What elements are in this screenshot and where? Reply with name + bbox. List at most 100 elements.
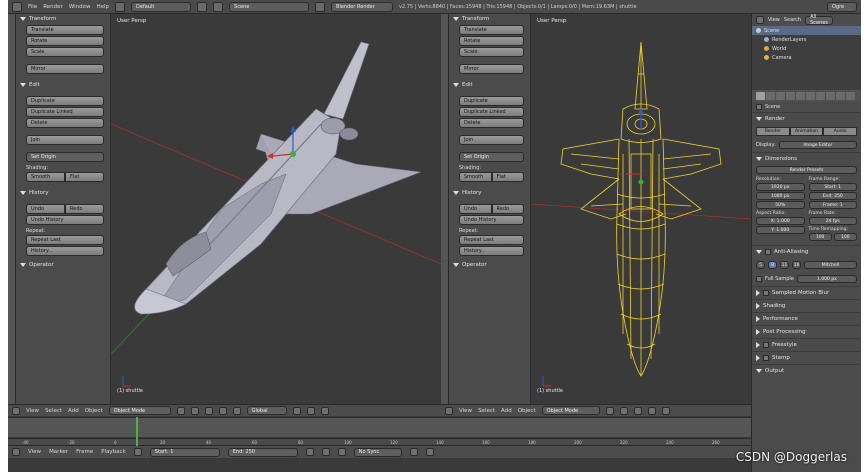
animation-button[interactable]: Animation <box>789 127 824 136</box>
preview-range-icon[interactable] <box>133 448 142 456</box>
dimensions-panel-header[interactable]: Dimensions <box>752 152 861 165</box>
duplicate-linked-button[interactable]: Duplicate Linked <box>26 107 104 117</box>
anti-aliasing-checkbox[interactable] <box>765 249 771 255</box>
motion-blur-checkbox[interactable] <box>763 290 769 296</box>
operator-panel-header[interactable]: Operator <box>16 260 110 270</box>
pivot-icon[interactable] <box>619 406 628 415</box>
timeline-area[interactable] <box>8 417 751 437</box>
outliner-row[interactable]: Scene <box>752 26 861 35</box>
editor-type-icon[interactable] <box>12 406 20 415</box>
translate-button[interactable]: Translate <box>26 25 104 35</box>
menu-render[interactable]: Render <box>43 4 63 10</box>
operator-panel-header[interactable]: Operator <box>449 260 530 270</box>
render-button[interactable]: Render <box>756 127 790 136</box>
history-panel-header[interactable]: History <box>449 188 530 198</box>
scale-button[interactable]: Scale <box>26 47 104 57</box>
mode-select[interactable]: Object Mode <box>108 406 171 415</box>
render-presets-select[interactable]: Render Presets <box>756 166 857 174</box>
edit-panel-header[interactable]: Edit <box>449 80 530 90</box>
repeat-last-button[interactable]: Repeat Last <box>459 235 524 245</box>
menu-add[interactable]: Add <box>68 408 79 414</box>
undo-history-button[interactable]: Undo History <box>26 215 104 225</box>
render-panel-header[interactable]: Render <box>752 112 861 125</box>
menu-view[interactable]: View <box>26 408 39 414</box>
undo-history-button[interactable]: Undo History <box>459 215 524 225</box>
delete-button[interactable]: Delete <box>26 118 104 128</box>
menu-view[interactable]: View <box>459 408 472 414</box>
scene-icon[interactable] <box>213 1 224 12</box>
audio-button[interactable]: Audio <box>823 127 858 136</box>
end-frame-field[interactable]: End: 250 <box>227 447 298 457</box>
mirror-button[interactable]: Mirror <box>459 64 524 74</box>
filter-size-field[interactable]: 1.000 px <box>796 275 857 283</box>
viewport-wireframe[interactable]: User Persp (1) shuttle <box>531 14 751 404</box>
render-engine-select[interactable]: Blender Render <box>331 1 394 12</box>
redo-button[interactable]: Redo <box>491 204 524 214</box>
data-tab-icon[interactable] <box>826 92 835 100</box>
transform-panel-header[interactable]: Transform <box>449 14 530 24</box>
viewport-solid[interactable]: User Persp (1) shuttle <box>111 14 441 404</box>
outliner-row[interactable]: RenderLayers <box>752 35 861 44</box>
object-tab-icon[interactable] <box>796 92 805 100</box>
editor-type-icon[interactable] <box>12 1 22 12</box>
editor-type-icon[interactable] <box>445 406 453 415</box>
full-sample-checkbox[interactable] <box>756 276 762 282</box>
resolution-x-field[interactable]: 1920 px <box>756 183 805 191</box>
output-panel-header[interactable]: Output <box>752 364 861 377</box>
search-field[interactable]: Ogre <box>827 1 857 12</box>
scale-button[interactable]: Scale <box>459 47 524 57</box>
menu-file[interactable]: File <box>28 4 37 10</box>
layers-icon[interactable] <box>292 406 301 415</box>
duplicate-button[interactable]: Duplicate <box>26 96 104 106</box>
editor-type-icon[interactable] <box>12 448 20 456</box>
display-mode-select[interactable]: All Scenes <box>805 14 834 26</box>
render-layers-tab-icon[interactable] <box>766 92 775 100</box>
duplicate-button[interactable]: Duplicate <box>459 96 524 106</box>
translate-button[interactable]: Translate <box>459 25 524 35</box>
shading-mode-icon[interactable] <box>605 406 614 415</box>
aa-sample-8[interactable]: 8 <box>768 261 777 269</box>
smooth-button[interactable]: Smooth <box>26 172 65 182</box>
rotate-button[interactable]: Rotate <box>459 36 524 46</box>
freestyle-checkbox[interactable] <box>763 342 769 348</box>
join-button[interactable]: Join <box>26 135 104 145</box>
manipulator-icon[interactable] <box>633 406 642 415</box>
texture-tab-icon[interactable] <box>846 92 855 100</box>
outliner-row[interactable]: World <box>752 44 861 53</box>
stamp-panel-header[interactable]: Stamp <box>752 351 861 364</box>
anti-aliasing-panel-header[interactable]: Anti-Aliasing <box>752 245 861 258</box>
undo-button[interactable]: Undo <box>26 204 65 214</box>
orientation-select[interactable]: Global <box>246 406 287 415</box>
left-tool-tabs[interactable] <box>8 14 16 404</box>
join-button[interactable]: Join <box>459 135 524 145</box>
menu-select[interactable]: Select <box>478 408 495 414</box>
set-origin-select[interactable]: Set Origin <box>459 152 524 162</box>
start-frame-field[interactable]: Start: 1 <box>149 447 220 457</box>
constraints-tab-icon[interactable] <box>806 92 815 100</box>
remap-new-field[interactable]: 100 <box>833 233 857 241</box>
timeline-ruler[interactable]: -40 -20 0 20 40 60 80 100 120 140 160 18… <box>8 438 751 446</box>
world-tab-icon[interactable] <box>786 92 795 100</box>
aspect-y-field[interactable]: Y: 1.000 <box>756 226 805 234</box>
delete-button[interactable]: Delete <box>459 118 524 128</box>
motion-blur-panel-header[interactable]: Sampled Motion Blur <box>752 286 861 299</box>
history-panel-header[interactable]: History <box>16 188 110 198</box>
keyframe-icon[interactable] <box>425 448 434 456</box>
resolution-y-field[interactable]: 1080 px <box>756 192 805 200</box>
menu-view[interactable]: View <box>768 17 780 23</box>
manipulator-icon[interactable] <box>204 406 213 415</box>
jump-end-icon[interactable] <box>337 448 346 456</box>
aspect-x-field[interactable]: X: 1.000 <box>756 217 805 225</box>
flat-button[interactable]: Flat <box>65 172 104 182</box>
mode-select[interactable]: Object Mode <box>541 406 600 415</box>
freestyle-panel-header[interactable]: Freestyle <box>752 338 861 351</box>
menu-select[interactable]: Select <box>45 408 62 414</box>
shading-mode-icon[interactable] <box>176 406 185 415</box>
history-button[interactable]: History... <box>26 246 104 256</box>
scene-tab-icon[interactable] <box>776 92 785 100</box>
menu-search[interactable]: Search <box>784 17 801 23</box>
rotate-manip-icon[interactable] <box>232 406 241 415</box>
mirror-button[interactable]: Mirror <box>26 64 104 74</box>
layout-icon[interactable] <box>115 1 126 12</box>
history-button[interactable]: History... <box>459 246 524 256</box>
